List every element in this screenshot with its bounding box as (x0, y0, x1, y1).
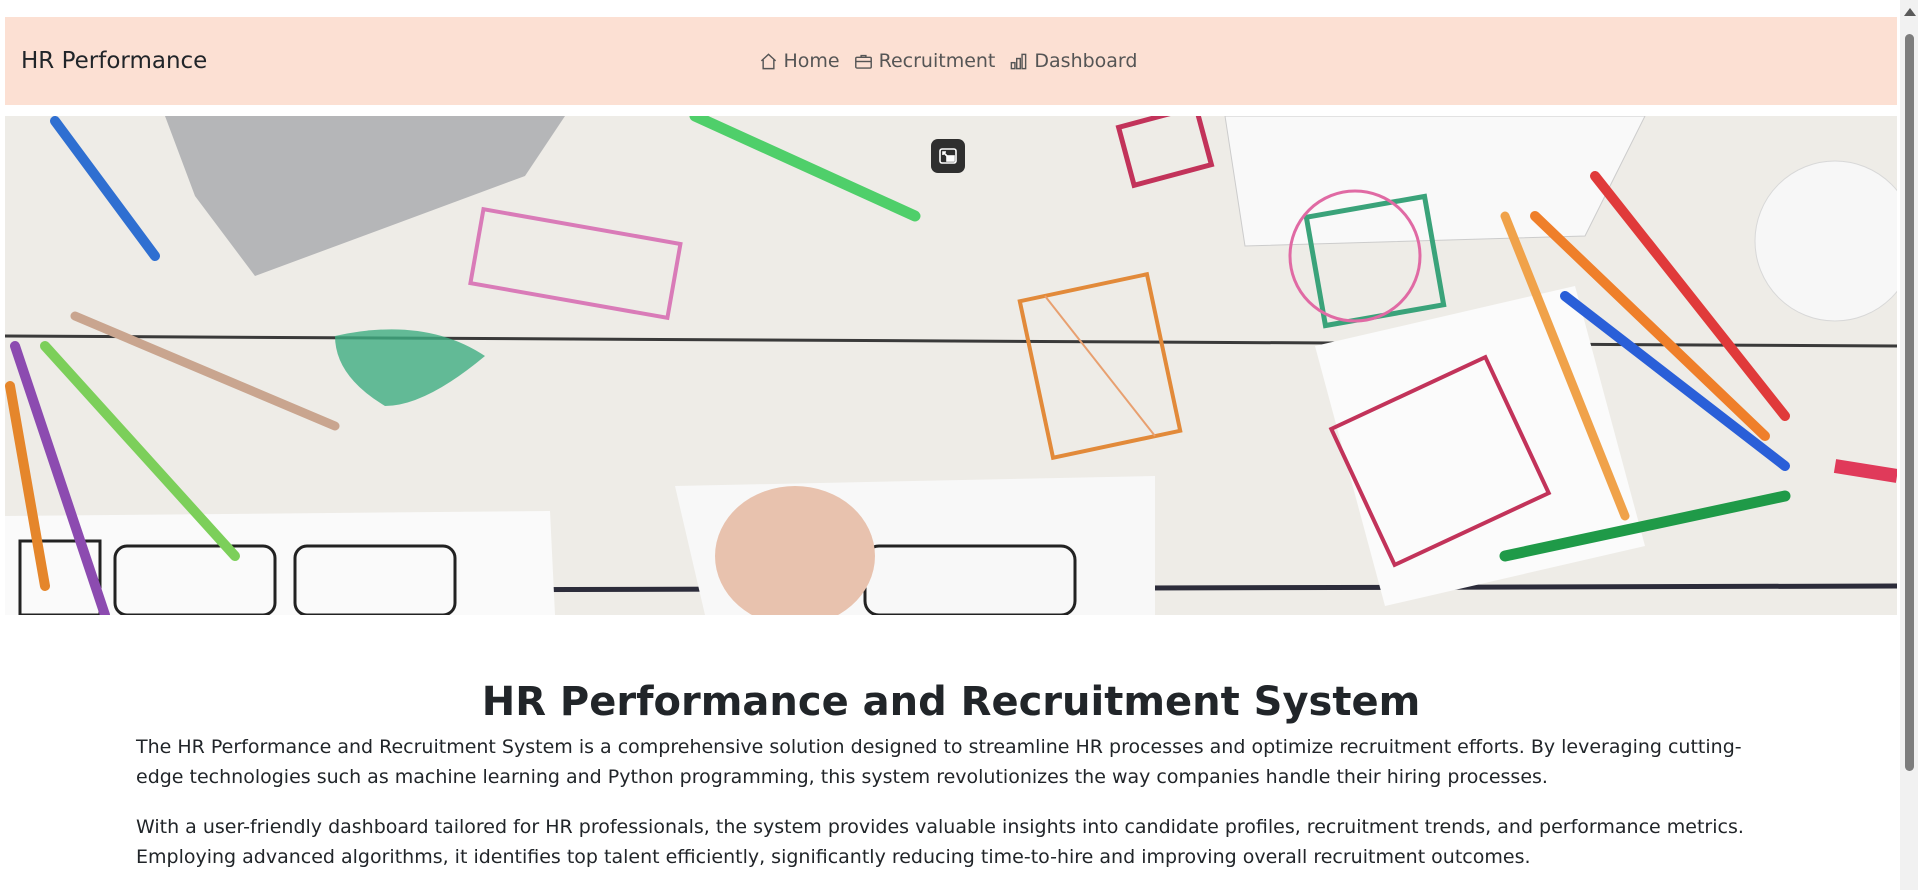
nav-dashboard[interactable]: Dashboard (1009, 50, 1137, 72)
picture-in-picture-button[interactable] (931, 139, 965, 173)
bar-chart-icon (1011, 53, 1027, 69)
hero-video[interactable] (5, 116, 1897, 615)
nav-home[interactable]: Home (759, 50, 840, 72)
picture-in-picture-icon (939, 148, 957, 164)
scrollbar-thumb[interactable] (1905, 34, 1914, 771)
scroll-up-arrow-icon[interactable] (1904, 8, 1916, 16)
vertical-scrollbar[interactable] (1900, 0, 1918, 890)
intro-paragraph: The HR Performance and Recruitment Syste… (136, 736, 1742, 788)
page: HR Performance Home Recruitment Dashboar… (5, 17, 1897, 872)
brand-link[interactable]: HR Performance (21, 48, 207, 74)
nav-home-label: Home (783, 50, 840, 72)
page-title: HR Performance and Recruitment System (481, 679, 1421, 725)
nav-recruitment-label: Recruitment (878, 50, 996, 72)
navbar: HR Performance Home Recruitment Dashboar… (5, 17, 1897, 105)
hero-image (5, 116, 1897, 615)
nav-links: Home Recruitment Dashboard (5, 17, 1897, 105)
nav-recruitment[interactable]: Recruitment (854, 50, 996, 72)
main-content: HR Performance and Recruitment System Th… (5, 678, 1897, 872)
nav-dashboard-label: Dashboard (1034, 50, 1138, 72)
briefcase-icon (854, 54, 872, 69)
dashboard-paragraph: With a user-friendly dashboard tailored … (136, 816, 1744, 868)
house-icon (760, 52, 776, 69)
